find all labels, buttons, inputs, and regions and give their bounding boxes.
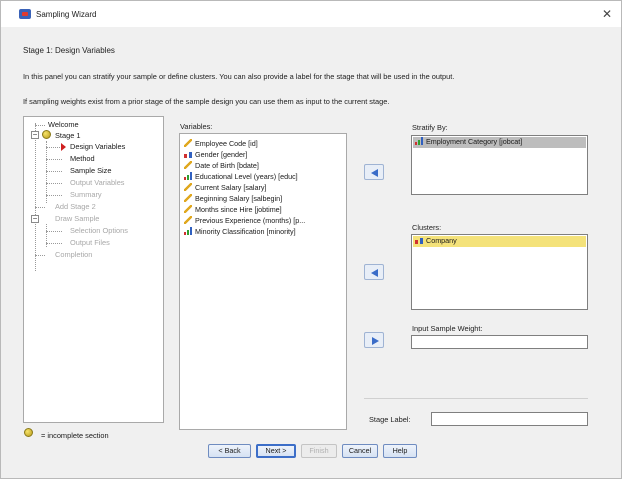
tree-item-design-variables[interactable]: Design Variables: [70, 142, 125, 151]
date-icon: [184, 161, 192, 169]
ordinal-icon: [184, 227, 192, 235]
window-title: Sampling Wizard: [36, 10, 97, 19]
stage-label-field[interactable]: [431, 412, 588, 426]
clusters-list[interactable]: Company: [411, 234, 588, 310]
ordinal-icon: [184, 172, 192, 180]
move-to-clusters-button[interactable]: [364, 264, 384, 280]
list-item[interactable]: Employment Category [jobcat]: [413, 137, 586, 148]
sampling-wizard-window: Sampling Wizard ✕ Stage 1: Design Variab…: [0, 0, 622, 479]
stratify-by-list[interactable]: Employment Category [jobcat]: [411, 135, 588, 195]
move-to-weight-button[interactable]: [364, 332, 384, 348]
left-arrow-icon: [371, 169, 378, 177]
tree-item-output-variables: Output Variables: [70, 178, 125, 187]
list-item[interactable]: Date of Birth [bdate]: [184, 161, 259, 171]
variables-list[interactable]: Employee Code [id] Gender [gender] Date …: [179, 133, 347, 430]
list-item[interactable]: Previous Experience (months) [p...: [184, 216, 305, 226]
app-icon: [19, 9, 31, 19]
input-sample-weight-label: Input Sample Weight:: [412, 324, 483, 333]
legend-text: = incomplete section: [41, 431, 109, 440]
info-line-2: If sampling weights exist from a prior s…: [23, 97, 390, 106]
tree-item-stage-1[interactable]: Stage 1: [55, 131, 80, 140]
nominal-icon: [184, 150, 192, 158]
tree-item-output-files: Output Files: [70, 238, 110, 247]
cancel-button[interactable]: Cancel: [342, 444, 378, 458]
move-to-stratify-button[interactable]: [364, 164, 384, 180]
list-item[interactable]: Gender [gender]: [184, 150, 247, 160]
left-arrow-icon: [371, 269, 378, 277]
list-item[interactable]: Employee Code [id]: [184, 139, 258, 149]
finish-button: Finish: [301, 444, 337, 458]
list-item[interactable]: Minority Classification [minority]: [184, 227, 296, 237]
list-item[interactable]: Beginning Salary [salbegin]: [184, 194, 282, 204]
variables-label: Variables:: [180, 122, 213, 131]
input-sample-weight-field[interactable]: [411, 335, 588, 349]
close-button[interactable]: ✕: [602, 7, 612, 21]
tree-item-completion: Completion: [55, 250, 93, 259]
separator: [364, 398, 588, 399]
scale-icon: [184, 183, 192, 191]
incomplete-legend-icon: [24, 428, 33, 437]
list-item[interactable]: Company: [413, 236, 586, 247]
scale-icon: [184, 194, 192, 202]
current-step-arrow-icon: [61, 143, 66, 151]
help-button[interactable]: Help: [383, 444, 417, 458]
stage-label-label: Stage Label:: [369, 415, 411, 424]
tree-item-sample-size[interactable]: Sample Size: [70, 166, 112, 175]
clusters-label: Clusters:: [412, 223, 442, 232]
tree-item-summary: Summary: [70, 190, 102, 199]
collapse-stage-1-icon[interactable]: −: [31, 131, 39, 139]
info-line-1: In this panel you can stratify your samp…: [23, 72, 455, 81]
tree-item-selection-options: Selection Options: [70, 226, 128, 235]
scale-icon: [184, 139, 192, 147]
tree-item-draw-sample: Draw Sample: [55, 214, 100, 223]
scale-icon: [184, 216, 192, 224]
next-button[interactable]: Next >: [256, 444, 296, 458]
back-button[interactable]: < Back: [208, 444, 251, 458]
list-item[interactable]: Months since Hire [jobtime]: [184, 205, 282, 215]
ordinal-icon: [415, 137, 423, 145]
tree-item-method[interactable]: Method: [70, 154, 95, 163]
tree-item-add-stage-2: Add Stage 2: [55, 202, 96, 211]
list-item[interactable]: Educational Level (years) [educ]: [184, 172, 298, 182]
incomplete-section-icon: [42, 130, 51, 139]
collapse-draw-sample-icon[interactable]: −: [31, 215, 39, 223]
nominal-icon: [415, 236, 423, 244]
stratify-by-label: Stratify By:: [412, 123, 448, 132]
scale-icon: [184, 205, 192, 213]
tree-item-welcome[interactable]: Welcome: [48, 120, 79, 129]
stage-heading: Stage 1: Design Variables: [23, 46, 115, 55]
right-arrow-icon: [372, 337, 379, 345]
wizard-navigation-tree[interactable]: Welcome − Stage 1 Design Variables Metho…: [23, 116, 164, 423]
list-item[interactable]: Current Salary [salary]: [184, 183, 267, 193]
title-bar: Sampling Wizard ✕: [1, 1, 621, 27]
